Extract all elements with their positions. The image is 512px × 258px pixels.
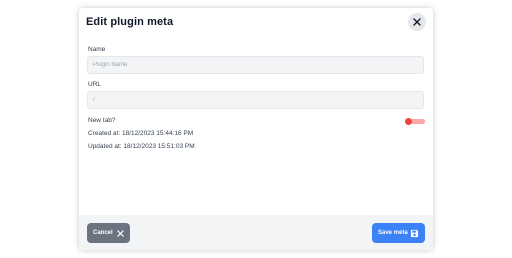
toggle-knob xyxy=(405,118,412,125)
save-meta-button[interactable]: Save meta xyxy=(372,223,425,243)
edit-plugin-meta-dialog: Edit plugin meta Name URL New tab? Creat… xyxy=(79,8,433,250)
dialog-footer: Cancel Save meta xyxy=(79,215,433,250)
cancel-button[interactable]: Cancel xyxy=(87,223,130,243)
close-icon xyxy=(413,18,421,26)
floppy-disk-icon xyxy=(410,229,419,237)
name-label: Name xyxy=(88,46,106,53)
new-tab-toggle[interactable] xyxy=(405,118,425,125)
created-at-text: Created at: 18/12/2023 15:44:16 PM xyxy=(88,130,194,137)
updated-at-text: Updated at: 18/12/2023 15:51:03 PM xyxy=(88,143,195,150)
url-input[interactable] xyxy=(87,91,424,109)
dialog-header: Edit plugin meta xyxy=(79,8,433,38)
cancel-button-label: Cancel xyxy=(93,230,113,236)
url-label: URL xyxy=(88,81,102,88)
new-tab-label: New tab? xyxy=(88,117,116,124)
dialog-title: Edit plugin meta xyxy=(86,16,174,28)
name-input[interactable] xyxy=(87,56,424,74)
x-icon xyxy=(117,229,124,237)
save-button-label: Save meta xyxy=(378,230,408,236)
close-button[interactable] xyxy=(408,13,426,31)
